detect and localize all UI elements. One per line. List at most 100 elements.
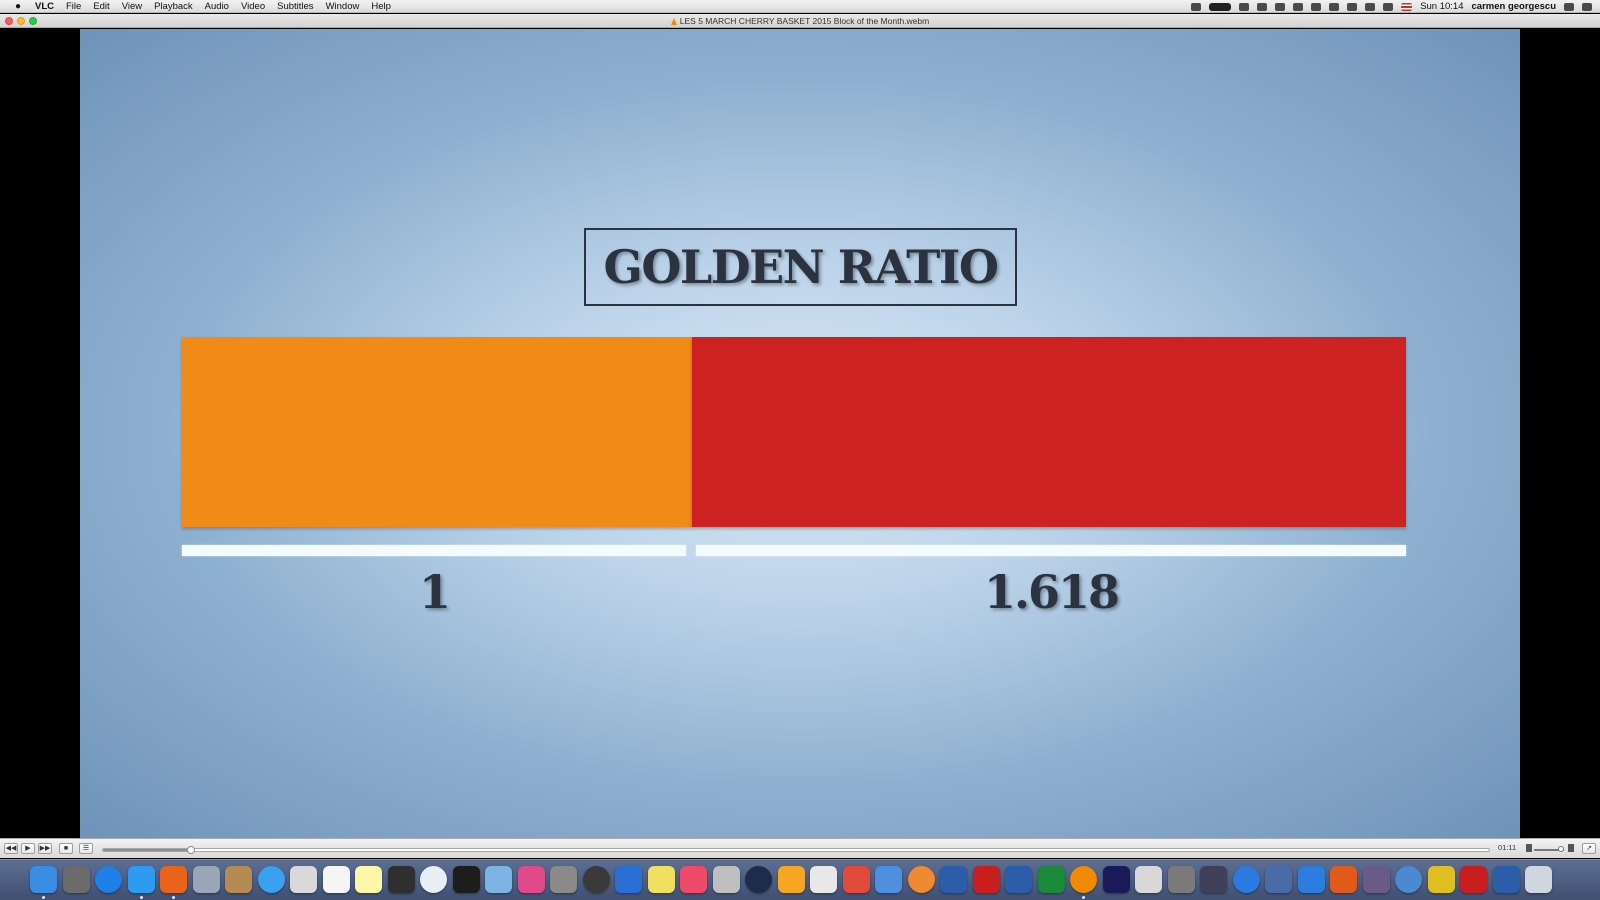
minimize-window-button[interactable] xyxy=(17,17,25,25)
dock-textedit-icon[interactable] xyxy=(420,866,447,893)
play-button[interactable]: ▶ xyxy=(21,843,35,854)
dock-dvd-icon[interactable] xyxy=(1200,866,1227,893)
video-frame[interactable]: GOLDEN RATIO 1 1.618 xyxy=(80,29,1520,838)
dock-xcode-icon[interactable] xyxy=(875,866,902,893)
menu-user-name[interactable]: carmen georgescu xyxy=(1472,1,1556,12)
code-icon[interactable] xyxy=(1293,2,1304,11)
input-source-flag-icon[interactable] xyxy=(1401,2,1413,11)
dock-itunes-icon[interactable] xyxy=(680,866,707,893)
playlist-button[interactable]: ☰ xyxy=(79,843,93,854)
dock-quicktime-icon[interactable] xyxy=(1037,866,1065,893)
seek-knob[interactable] xyxy=(187,846,195,854)
dock-kindle-icon[interactable] xyxy=(745,866,772,893)
dock-app-store-icon[interactable] xyxy=(95,866,122,893)
dock-settings-gear-icon[interactable] xyxy=(1167,866,1195,893)
close-window-button[interactable] xyxy=(5,17,13,25)
backup-icon[interactable] xyxy=(1257,2,1268,11)
dock-trash-icon[interactable] xyxy=(1525,866,1552,893)
menu-file[interactable]: File xyxy=(66,1,81,12)
dock-eq-icon[interactable] xyxy=(615,866,642,893)
dock-running-indicator xyxy=(172,896,175,899)
dock-system-preferences-icon[interactable] xyxy=(550,866,577,893)
elapsed-time[interactable]: 01:11 xyxy=(1498,843,1516,852)
dock-help-icon[interactable] xyxy=(1492,866,1520,893)
dock-network-icon[interactable] xyxy=(1232,866,1260,893)
dock-migration-icon[interactable] xyxy=(485,866,512,893)
menu-playback[interactable]: Playback xyxy=(154,1,193,12)
slide-title: GOLDEN RATIO xyxy=(603,240,999,294)
dock-firefox-icon[interactable] xyxy=(160,866,187,893)
mute-icon[interactable] xyxy=(1526,844,1532,852)
seek-bar[interactable] xyxy=(102,846,1490,854)
menu-app-name[interactable]: VLC xyxy=(35,1,54,12)
dock-quicktime-x-icon[interactable] xyxy=(1102,866,1130,893)
spotlight-search-icon[interactable] xyxy=(1564,2,1574,11)
zoom-window-button[interactable] xyxy=(29,17,37,25)
status-area: Sun 10:14 carmen georgescu xyxy=(1191,0,1592,13)
menu-edit[interactable]: Edit xyxy=(93,1,109,12)
dock-word-icon[interactable] xyxy=(1297,866,1325,893)
dock-istat-icon[interactable] xyxy=(452,866,480,893)
dock-photo-booth-icon[interactable] xyxy=(810,866,837,893)
airplay-icon[interactable] xyxy=(1275,2,1286,11)
apple-menu-icon[interactable]: ● xyxy=(11,1,25,12)
dock-help-icon[interactable] xyxy=(940,866,967,893)
dock-stickies-icon[interactable] xyxy=(647,866,675,893)
dock-imovie-icon[interactable] xyxy=(1265,866,1292,893)
dock-fire-app-icon[interactable] xyxy=(1330,866,1357,893)
stop-button[interactable]: ■ xyxy=(59,843,73,854)
dock-ibooks-icon[interactable] xyxy=(907,866,935,893)
volume-slider[interactable] xyxy=(1534,846,1564,852)
ratio-segment-1 xyxy=(182,337,692,527)
ratio-label-golden: 1.618 xyxy=(983,565,1120,619)
wifi-icon[interactable] xyxy=(1365,2,1376,11)
dock-stack-icon[interactable] xyxy=(1395,866,1422,893)
dock-dashboard-icon[interactable] xyxy=(582,866,610,893)
ratio-label-1: 1 xyxy=(418,565,451,619)
notification-center-icon[interactable] xyxy=(1582,2,1592,11)
dock-badge-icon[interactable] xyxy=(1460,866,1487,893)
menu-window[interactable]: Window xyxy=(326,1,360,12)
dock-keynote-icon[interactable] xyxy=(517,866,545,893)
dock-safari-icon[interactable] xyxy=(127,866,155,893)
volume-icon[interactable] xyxy=(1383,2,1394,11)
dock-chrome-icon[interactable] xyxy=(1427,866,1455,893)
calendar-status-icon[interactable] xyxy=(1239,2,1250,11)
dropbox-icon[interactable] xyxy=(1191,2,1202,11)
menu-clock[interactable]: Sun 10:14 xyxy=(1420,1,1463,12)
menu-view[interactable]: View xyxy=(122,1,142,12)
dock-scanner-icon[interactable] xyxy=(1362,866,1390,893)
dock-preview-icon[interactable] xyxy=(290,866,317,893)
dock-launchpad-icon[interactable] xyxy=(62,866,90,893)
window-title-bar: LES 5 MARCH CHERRY BASKET 2015 Block of … xyxy=(0,14,1600,28)
dock-contacts-icon[interactable] xyxy=(225,866,252,893)
time-machine-icon[interactable] xyxy=(1329,2,1340,11)
menu-subtitles[interactable]: Subtitles xyxy=(277,1,313,12)
volume-knob[interactable] xyxy=(1558,846,1564,852)
dock-vlc-icon[interactable] xyxy=(1070,866,1097,893)
dock-calendar-icon[interactable] xyxy=(322,866,350,893)
rewind-button[interactable]: ◀◀ xyxy=(4,843,18,854)
sync-icon[interactable] xyxy=(1311,2,1322,11)
battery-monitor-icon[interactable] xyxy=(1209,2,1232,11)
dock-clipboard-icon[interactable] xyxy=(1135,866,1162,893)
dock-notes-icon[interactable] xyxy=(355,866,382,893)
fullscreen-button[interactable]: ↗ xyxy=(1582,843,1596,854)
dock-dvd-player-icon[interactable] xyxy=(387,866,415,893)
dock-running-indicator xyxy=(42,896,45,899)
dock-mail-icon[interactable] xyxy=(192,866,220,893)
dock-help-icon[interactable] xyxy=(1005,866,1032,893)
menu-help[interactable]: Help xyxy=(371,1,391,12)
fast-forward-button[interactable]: ▶▶ xyxy=(38,843,52,854)
dock-photo-app-icon[interactable] xyxy=(712,866,740,893)
dock-messages-icon[interactable] xyxy=(257,866,285,893)
menu-video[interactable]: Video xyxy=(241,1,265,12)
ratio-underline-1 xyxy=(182,545,686,556)
volume-max-icon[interactable] xyxy=(1568,844,1574,852)
bluetooth-icon[interactable] xyxy=(1347,2,1358,11)
dock-joystick-icon[interactable] xyxy=(842,866,870,893)
dock-acrobat-icon[interactable] xyxy=(972,866,1000,893)
dock-photos-icon[interactable] xyxy=(777,866,805,893)
dock-finder-icon[interactable] xyxy=(30,866,57,893)
menu-audio[interactable]: Audio xyxy=(205,1,229,12)
